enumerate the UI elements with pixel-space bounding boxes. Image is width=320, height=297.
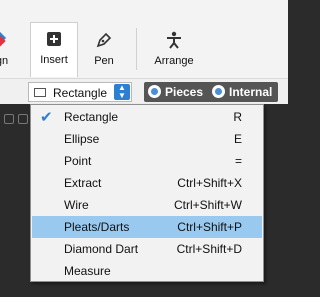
pen-button-label: Pen xyxy=(94,55,114,67)
ribbon-separator xyxy=(136,28,137,70)
menu-item-extract[interactable]: Extract Ctrl+Shift+X xyxy=(32,172,262,194)
menu-item-pleats-darts[interactable]: Pleats/Darts Ctrl+Shift+P xyxy=(32,216,262,238)
pieces-toggle[interactable]: Pieces xyxy=(148,85,203,99)
arrange-icon xyxy=(167,31,181,49)
shape-dropdown-menu: ✔ Rectangle R Ellipse E Point = Extract Ctrl+Shi… xyxy=(30,104,264,282)
menu-item-measure[interactable]: Measure xyxy=(32,260,262,282)
menu-item-point[interactable]: Point = xyxy=(32,150,262,172)
menu-item-label: Rectangle xyxy=(64,110,119,124)
menu-item-label: Point xyxy=(64,154,92,168)
pieces-internal-bar: Pieces Internal xyxy=(144,82,278,102)
arrange-button[interactable]: Arrange xyxy=(150,24,198,76)
pen-icon xyxy=(96,32,112,48)
internal-label: Internal xyxy=(229,85,273,99)
pen-button[interactable]: Pen xyxy=(82,24,126,76)
shape-type-value: Rectangle xyxy=(53,86,108,100)
shape-type-select[interactable]: Rectangle ▲ ▼ xyxy=(28,82,132,102)
canvas-edge xyxy=(0,104,30,134)
rectangle-shape-icon xyxy=(34,88,46,97)
ribbon: sign Insert Pen Arrange xyxy=(0,0,288,78)
menu-item-label: Wire xyxy=(64,198,89,212)
insert-button-label: Insert xyxy=(40,54,68,66)
menu-item-shortcut: = xyxy=(234,154,242,168)
design-button[interactable]: sign xyxy=(0,24,22,76)
checkmark-icon: ✔ xyxy=(40,109,53,126)
menu-item-shortcut: Ctrl+Shift+W xyxy=(173,198,242,212)
menu-item-ellipse[interactable]: Ellipse E xyxy=(32,128,262,150)
menu-item-label: Extract xyxy=(64,176,102,190)
menu-item-diamond-dart[interactable]: Diamond Dart Ctrl+Shift+D xyxy=(32,238,262,260)
insert-plus-icon xyxy=(47,32,61,46)
secondary-toolbar: Rectangle ▲ ▼ Pieces Internal xyxy=(0,78,288,104)
internal-toggle-icon xyxy=(212,85,225,98)
menu-item-label: Measure xyxy=(64,264,111,278)
design-icon xyxy=(0,30,7,47)
chevron-up-down-icon: ▲ ▼ xyxy=(114,84,130,100)
canvas-tool-icon xyxy=(18,114,28,124)
menu-item-label: Diamond Dart xyxy=(64,242,139,256)
pieces-toggle-icon xyxy=(148,85,161,98)
menu-item-wire[interactable]: Wire Ctrl+Shift+W xyxy=(32,194,262,216)
menu-item-shortcut: R xyxy=(233,110,242,124)
insert-button[interactable]: Insert xyxy=(30,22,78,77)
menu-item-shortcut: Ctrl+Shift+P xyxy=(177,220,242,234)
menu-item-shortcut: Ctrl+Shift+X xyxy=(177,176,242,190)
menu-item-shortcut: Ctrl+Shift+D xyxy=(176,242,242,256)
menu-item-label: Ellipse xyxy=(64,132,100,146)
internal-toggle[interactable]: Internal xyxy=(212,85,272,99)
menu-item-shortcut: E xyxy=(233,132,242,146)
arrange-button-label: Arrange xyxy=(154,55,194,67)
menu-item-rectangle[interactable]: ✔ Rectangle R xyxy=(32,106,262,128)
design-button-label: sign xyxy=(0,55,9,67)
canvas-tool-icon xyxy=(4,114,14,124)
pieces-label: Pieces xyxy=(165,85,204,99)
menu-item-label: Pleats/Darts xyxy=(64,220,130,234)
